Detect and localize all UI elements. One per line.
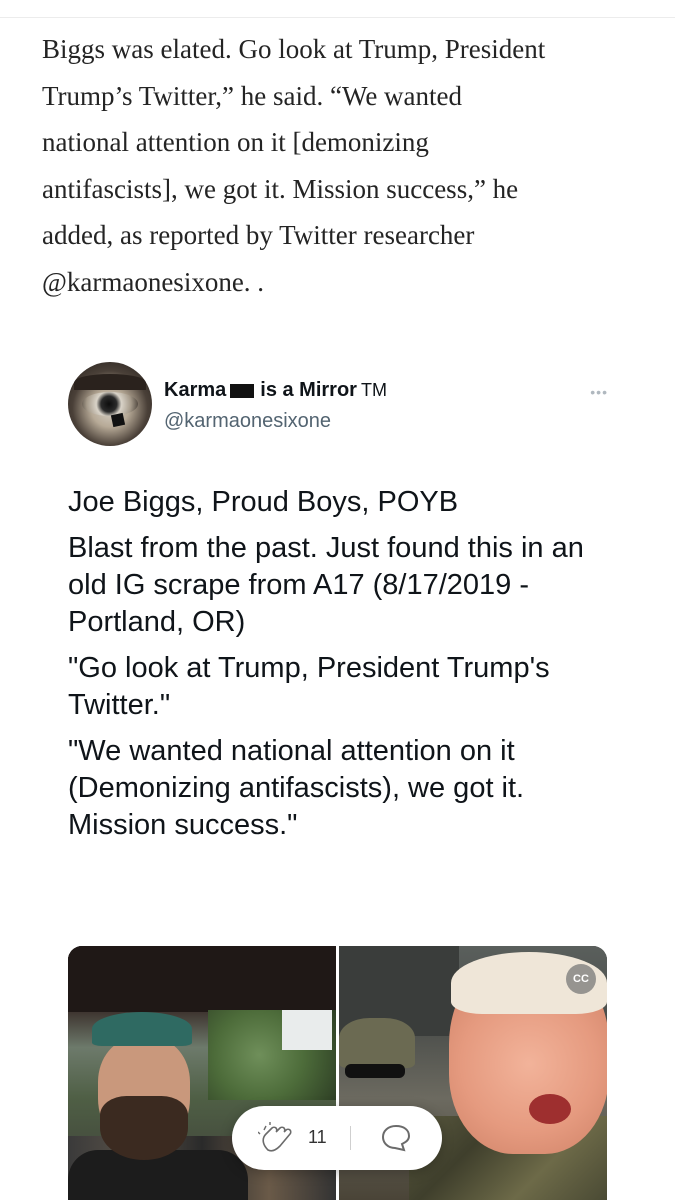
article-paragraph: Biggs was elated. Go look at Trump, Pres…	[42, 26, 652, 305]
image-mouth	[529, 1094, 571, 1124]
image-band	[68, 946, 336, 1012]
trademark: TM	[360, 380, 387, 400]
article-line: Biggs was elated. Go look at Trump, Pres…	[42, 34, 546, 64]
embedded-tweet: Karma is a Mirror TM @karmaonesixone •••…	[68, 362, 608, 841]
tweet-paragraph: "Go look at Trump, President Trump's Twi…	[68, 652, 550, 721]
tweet-header: Karma is a Mirror TM @karmaonesixone •••	[68, 362, 608, 448]
article-line: antifascists], we got it. Mission succes…	[42, 173, 519, 204]
clap-icon[interactable]	[257, 1122, 292, 1154]
comment-icon[interactable]	[380, 1122, 412, 1154]
response-toolbar: 11	[232, 1106, 442, 1170]
article-line: @karmaonesixone. .	[42, 266, 265, 297]
avatar[interactable]	[68, 362, 152, 446]
cc-icon[interactable]: CC	[566, 964, 596, 994]
display-name-part2: is a Mirror	[260, 379, 357, 401]
top-rule	[0, 0, 675, 18]
image-sky	[282, 1010, 332, 1050]
toolbar-separator	[350, 1126, 351, 1150]
tweet-paragraph: Blast from the past. Just found this in …	[68, 532, 584, 638]
tweet-handle[interactable]: @karmaonesixone	[164, 410, 331, 433]
avatar-flag	[110, 412, 126, 428]
avatar-lid	[74, 374, 146, 390]
avatar-eye	[82, 392, 138, 416]
image-beard	[100, 1096, 188, 1160]
image-helmet	[339, 1018, 415, 1068]
image-sunglasses	[345, 1064, 405, 1078]
image-cap	[92, 1012, 192, 1046]
display-name[interactable]: Karma is a Mirror TM	[164, 379, 387, 402]
flag-icon	[230, 383, 255, 398]
tweet-paragraph: "We wanted national attention on it (Dem…	[68, 735, 525, 841]
clap-count: 11	[308, 1127, 327, 1147]
display-name-part1: Karma	[164, 379, 227, 401]
tweet-paragraph: Joe Biggs, Proud Boys, POYB	[68, 486, 459, 518]
more-icon[interactable]: •••	[590, 384, 608, 400]
article-line: Trump’s Twitter,” he said. “We wanted	[42, 80, 463, 111]
tweet-body: Joe Biggs, Proud Boys, POYB Blast from t…	[68, 484, 608, 853]
article-line: added, as reported by Twitter researcher	[42, 220, 475, 250]
article-line: national attention on it [demonizing	[42, 127, 429, 157]
